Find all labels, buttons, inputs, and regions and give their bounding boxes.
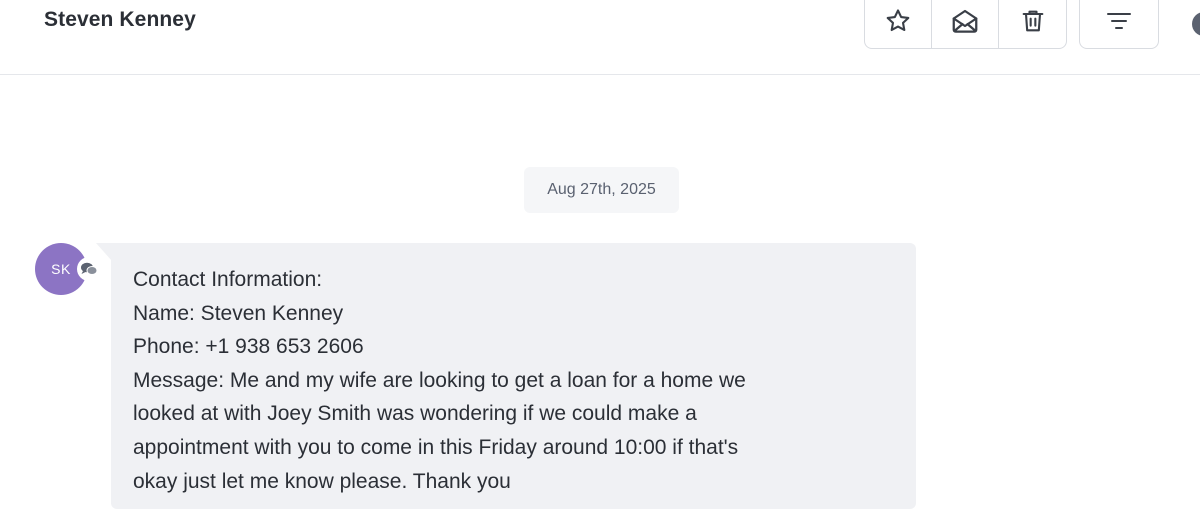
contact-name: Steven Kenney [44, 8, 196, 31]
message-line: Contact Information: [133, 268, 323, 291]
message-line: Phone: +1 938 653 2606 [133, 335, 364, 359]
date-divider: Aug 27th, 2025 [524, 167, 679, 213]
delete-button[interactable] [999, 0, 1066, 48]
filter-lines-icon [1107, 12, 1131, 29]
message-bubble-tail [96, 243, 112, 261]
profile-avatar-partial[interactable] [1192, 12, 1200, 36]
message-bubble: Contact Information: Name: Steven Kenney… [111, 243, 916, 509]
avatar-initials: SK [51, 261, 71, 277]
trash-icon [1022, 10, 1043, 31]
mark-read-button[interactable] [932, 0, 999, 48]
star-icon [886, 8, 910, 31]
message-line: okay just let me know please. Thank you [133, 469, 511, 493]
message-line: looked at with Joey Smith was wondering … [133, 402, 697, 426]
star-button[interactable] [865, 0, 932, 48]
filter-button[interactable] [1079, 0, 1159, 49]
message-line: Message: Me and my wife are looking to g… [133, 368, 746, 392]
message-line: Name: Steven Kenney [133, 301, 344, 325]
conversation-header: Steven Kenney [0, 0, 1200, 75]
message-actions-group [864, 0, 1067, 49]
message-line: appointment with you to come in this Fri… [133, 435, 739, 459]
envelope-open-icon [952, 9, 978, 33]
